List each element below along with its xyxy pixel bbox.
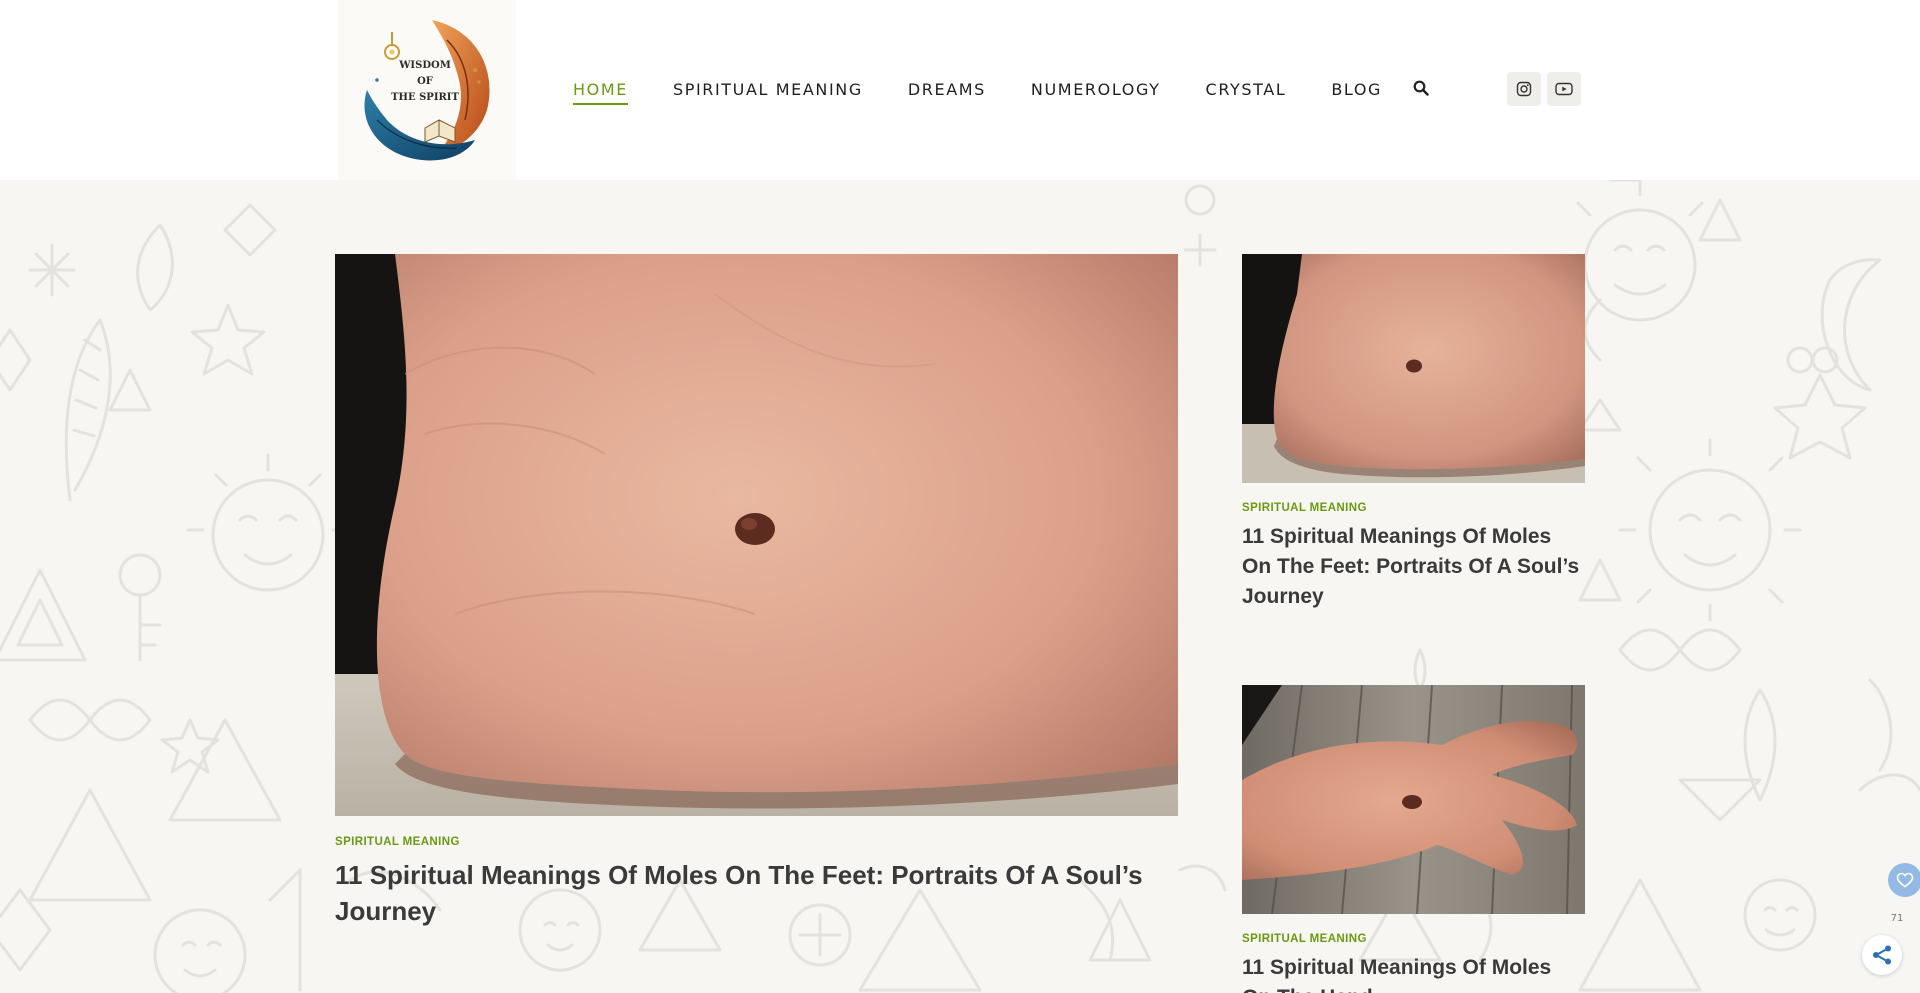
post-title[interactable]: 11 Spiritual Meanings Of Moles On The Ha… — [1242, 953, 1585, 993]
social-links — [1507, 72, 1581, 106]
search-icon[interactable] — [1413, 80, 1431, 98]
share-count: 71 — [1890, 913, 1904, 924]
main-nav: HOME SPIRITUAL MEANING DREAMS NUMEROLOGY… — [573, 78, 1431, 105]
post-category[interactable]: SPIRITUAL MEANING — [335, 836, 1178, 848]
share-button[interactable] — [1862, 935, 1902, 975]
side-post-card: SPIRITUAL MEANING 11 Spiritual Meanings … — [1242, 685, 1585, 993]
youtube-icon[interactable] — [1547, 72, 1581, 106]
post-category[interactable]: SPIRITUAL MEANING — [1242, 502, 1585, 514]
post-title[interactable]: 11 Spiritual Meanings Of Moles On The Fe… — [335, 857, 1178, 929]
hand-with-mole-photo[interactable] — [1242, 685, 1585, 914]
logo-text-line: OF — [417, 76, 433, 87]
post-title[interactable]: 11 Spiritual Meanings Of Moles On The Fe… — [1242, 522, 1585, 612]
share-icon — [1873, 945, 1891, 965]
nav-item-numerology[interactable]: NUMEROLOGY — [1031, 80, 1161, 103]
heel-with-mole-photo[interactable] — [335, 254, 1178, 816]
nav-item-home[interactable]: HOME — [573, 80, 628, 105]
favorite-heart-button[interactable] — [1888, 863, 1920, 897]
nav-item-dreams[interactable]: DREAMS — [908, 80, 986, 103]
instagram-icon[interactable] — [1507, 72, 1541, 106]
site-logo[interactable]: WISDOM OF THE SPIRIT — [338, 0, 516, 180]
side-post-card: SPIRITUAL MEANING 11 Spiritual Meanings … — [1242, 254, 1585, 612]
logo-text-line: WISDOM — [398, 60, 451, 71]
site-header: WISDOM OF THE SPIRIT HOME SPIRITUAL MEANIN… — [0, 0, 1920, 180]
nav-item-spiritual-meaning[interactable]: SPIRITUAL MEANING — [673, 80, 863, 103]
nav-item-crystal[interactable]: CRYSTAL — [1206, 80, 1287, 103]
post-category[interactable]: SPIRITUAL MEANING — [1242, 933, 1585, 945]
logo-emblem-icon: WISDOM OF THE SPIRIT — [364, 20, 490, 161]
nav-item-blog[interactable]: BLOG — [1331, 80, 1382, 103]
featured-post-card: SPIRITUAL MEANING 11 Spiritual Meanings … — [335, 254, 1178, 929]
logo-text-line: THE SPIRIT — [391, 92, 459, 103]
heart-icon — [1896, 872, 1914, 888]
heel-with-mole-photo[interactable] — [1242, 254, 1585, 483]
